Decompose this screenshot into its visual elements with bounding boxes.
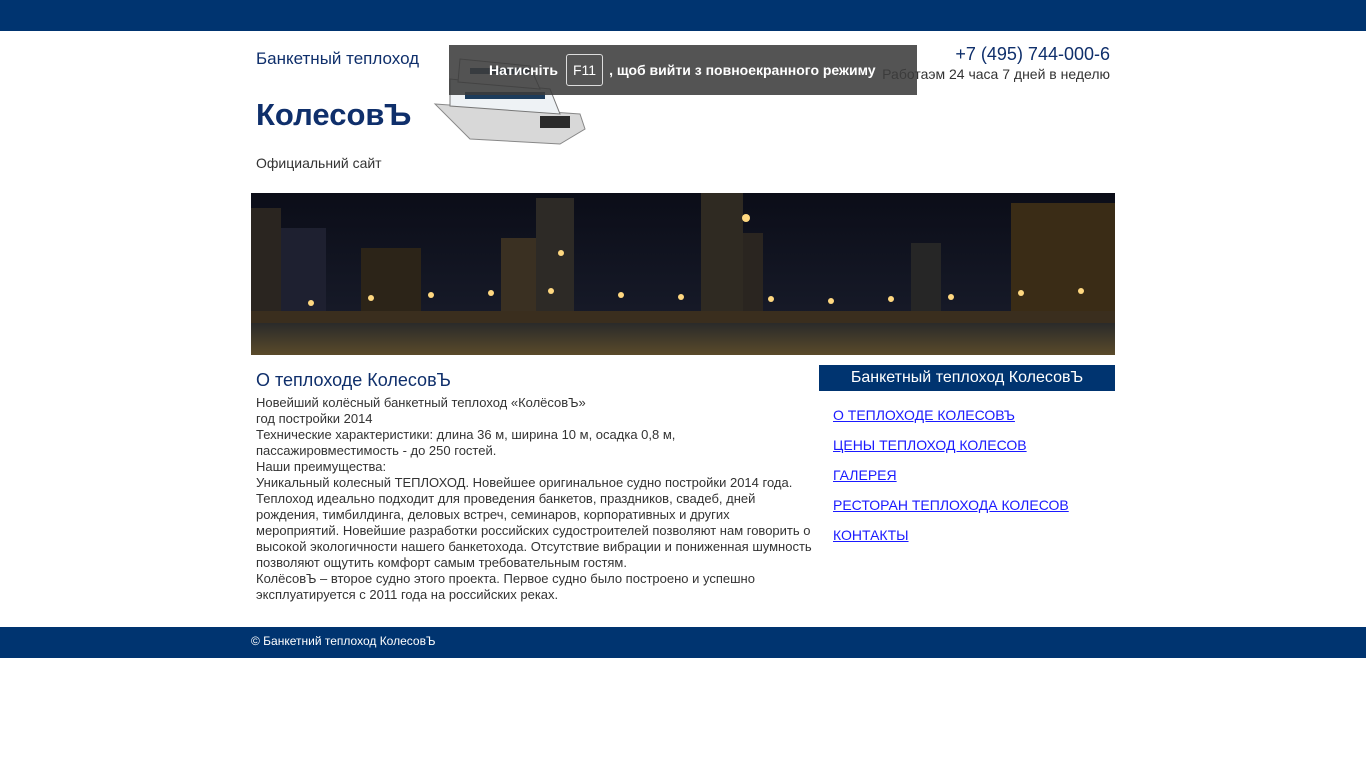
- site-subtitle: Банкетный теплоход: [256, 49, 420, 68]
- site-title[interactable]: КолесовЪ: [256, 97, 411, 133]
- footer: © Банкетний теплоход КолесовЪ: [0, 627, 1366, 658]
- notice-suffix: , щоб вийти з повноекранного режиму: [609, 62, 876, 78]
- content-paragraph: Наши преимущества:: [256, 459, 387, 474]
- content-paragraph: год постройки 2014: [256, 411, 373, 426]
- f11-key: F11: [565, 54, 604, 86]
- content-paragraph: КолёсовЪ – второе судно этого проекта. П…: [256, 571, 755, 602]
- nav-link-about[interactable]: О ТЕПЛОХОДЕ КОЛЕСОВЪ: [833, 407, 1069, 423]
- site-tagline: Официальний сайт: [256, 155, 382, 171]
- fullscreen-notice: Натисніть F11 , щоб вийти з повноекранно…: [449, 45, 917, 95]
- nav-link-gallery[interactable]: ГАЛЕРЕЯ: [833, 467, 1069, 483]
- content-paragraph: Технические характеристики: длина 36 м, …: [256, 427, 676, 458]
- content-title: О теплоходе КолесовЪ: [256, 370, 451, 390]
- nav-link-restaurant[interactable]: РЕСТОРАН ТЕПЛОХОДА КОЛЕСОВ: [833, 497, 1069, 513]
- content-body: Новейший колёсный банкетный теплоход «Ко…: [256, 395, 816, 603]
- city-night-banner: [251, 193, 1115, 355]
- sidebar-nav: О ТЕПЛОХОДЕ КОЛЕСОВЪ ЦЕНЫ ТЕПЛОХОД КОЛЕС…: [833, 407, 1069, 557]
- nav-link-prices[interactable]: ЦЕНЫ ТЕПЛОХОД КОЛЕСОВ: [833, 437, 1069, 453]
- sidebar-heading: Банкетный теплоход КолесовЪ: [819, 365, 1115, 391]
- top-bar: [0, 0, 1366, 31]
- notice-prefix: Натисніть: [489, 62, 558, 78]
- content-paragraph: Уникальный колесный ТЕПЛОХОД. Новейшее о…: [256, 475, 812, 570]
- phone-number[interactable]: +7 (495) 744-000-6: [955, 44, 1110, 65]
- footer-copyright: © Банкетний теплоход КолесовЪ: [251, 634, 436, 648]
- content-paragraph: Новейший колёсный банкетный теплоход «Ко…: [256, 395, 586, 410]
- nav-link-contacts[interactable]: КОНТАКТЫ: [833, 527, 1069, 543]
